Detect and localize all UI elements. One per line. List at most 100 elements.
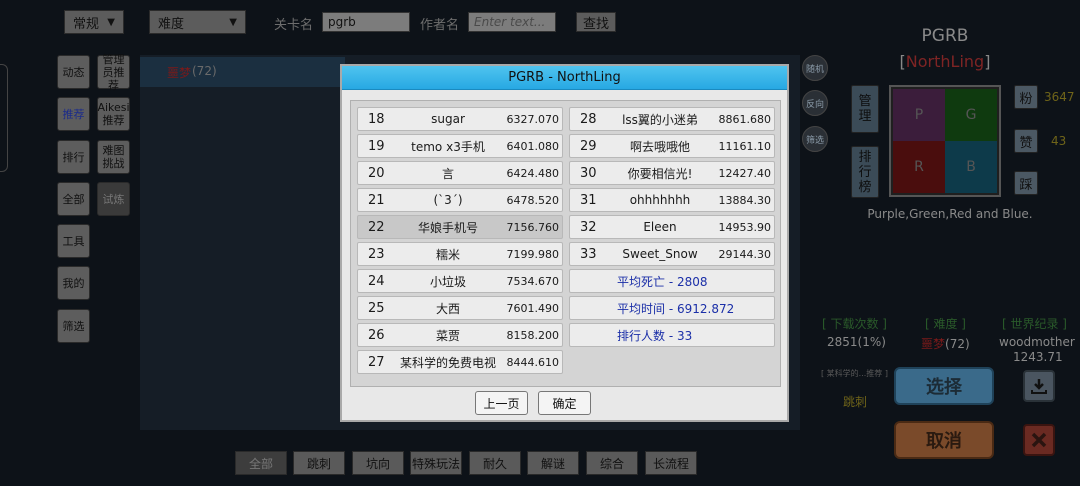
filter-select[interactable]: 常规 ▼: [64, 10, 124, 34]
sidebar-tools[interactable]: 工具: [57, 224, 90, 258]
name-cell: 你要相信光!: [627, 166, 693, 181]
name-cell: lss翼的小迷弟: [622, 112, 698, 127]
fans-count: 3647: [1044, 90, 1075, 104]
rank-cell: 29: [580, 138, 597, 154]
category-long[interactable]: 长流程: [645, 451, 697, 475]
filter-round-button[interactable]: 筛选: [802, 126, 828, 152]
leaderboard-table: 18 sugar 6327.070 19 temo x3手机 6401.080 20 言 642…: [350, 100, 781, 387]
table-row: 22 华娘手机号 7156.760: [357, 215, 563, 239]
close-icon[interactable]: [1023, 424, 1055, 456]
rank-cell: 26: [368, 327, 385, 343]
time-cell: 7199.980: [506, 247, 560, 261]
name-cell: temo x3手机: [411, 139, 485, 154]
sidebar-admin-recommend[interactable]: 管理员推荐: [97, 53, 130, 92]
author-input[interactable]: Enter text...: [468, 12, 556, 32]
category-trap[interactable]: 坑向: [352, 451, 404, 475]
difficulty-select[interactable]: 难度 ▼: [149, 10, 246, 34]
preview-green: G: [945, 89, 997, 141]
table-row: 25 大西 7601.490: [357, 296, 563, 320]
level-name-label: 关卡名: [274, 18, 314, 33]
rank-cell: 18: [368, 111, 385, 127]
level-preview: P G R B: [889, 85, 1001, 197]
cancel-button[interactable]: 取消: [894, 421, 994, 459]
category-endurance[interactable]: 耐久: [469, 451, 521, 475]
level-name-input[interactable]: pgrb: [322, 12, 410, 32]
name-cell: 华娘手机号: [417, 220, 478, 235]
select-button[interactable]: 选择: [894, 367, 994, 405]
rank-cell: 28: [580, 111, 597, 127]
time-cell: 11161.10: [718, 139, 772, 153]
stat-row: 排行人数 - 33: [569, 323, 775, 347]
sidebar-all[interactable]: 全部: [57, 182, 90, 216]
rank-cell: 22: [368, 219, 385, 235]
preview-purple: P: [893, 89, 945, 141]
category-mixed[interactable]: 综合: [586, 451, 638, 475]
name-cell: 某科学的免费电视: [399, 355, 496, 370]
downloads-header: [ 下载次数 ]: [822, 317, 887, 331]
rank-cell: 19: [368, 138, 385, 154]
list-item-difficulty-num: (72): [192, 64, 217, 78]
time-cell: 8861.680: [718, 112, 772, 126]
level-title: PGRB: [921, 26, 969, 46]
leaderboard-dialog: PGRB - NorthLing 18 sugar 6327.070 19 temo x…: [340, 64, 789, 422]
table-row: 18 sugar 6327.070: [357, 107, 563, 131]
likes-count: 43: [1051, 134, 1067, 148]
difficulty-header: [ 难度 ]: [925, 317, 966, 331]
name-cell: (`3´): [433, 193, 463, 207]
category-spike[interactable]: 跳刺: [293, 451, 345, 475]
time-cell: 7601.490: [506, 301, 560, 315]
sidebar-recommend[interactable]: 推荐: [57, 97, 90, 131]
stat-row: 平均死亡 - 2808: [569, 269, 775, 293]
sidebar-aikesi-recommend[interactable]: Aikesi推荐: [97, 97, 130, 131]
random-button[interactable]: 随机: [802, 55, 828, 81]
fans-button[interactable]: 粉: [1014, 85, 1038, 109]
name-cell: 言: [441, 166, 454, 181]
category-all[interactable]: 全部: [235, 451, 287, 475]
level-author: [NorthLing]: [865, 52, 1025, 71]
like-button[interactable]: 赞: [1014, 129, 1038, 153]
list-item-difficulty: 噩梦: [167, 66, 192, 80]
record-header: [ 世界纪录 ]: [1002, 317, 1067, 331]
table-row: 31 ohhhhhhh 13884.30: [569, 188, 775, 212]
side-handle[interactable]: [0, 64, 8, 172]
rank-cell: 20: [368, 165, 385, 181]
category-special[interactable]: 特殊玩法: [410, 451, 462, 475]
table-row: 30 你要相信光! 12427.40: [569, 161, 775, 185]
time-cell: 29144.30: [718, 247, 772, 261]
table-row: 20 言 6424.480: [357, 161, 563, 185]
name-cell: 小垃圾: [429, 274, 466, 289]
table-row: 19 temo x3手机 6401.080: [357, 134, 563, 158]
chevron-down-icon: ▼: [229, 16, 237, 28]
level-description: Purple,Green,Red and Blue.: [867, 207, 1033, 221]
table-row: 33 Sweet_Snow 29144.30: [569, 242, 775, 266]
table-row: 32 Eleen 14953.90: [569, 215, 775, 239]
preview-blue: B: [945, 141, 997, 193]
category-puzzle[interactable]: 解谜: [527, 451, 579, 475]
reverse-button[interactable]: 反向: [802, 90, 828, 116]
name-cell: 糯米: [435, 247, 460, 262]
search-button[interactable]: 查找: [576, 12, 616, 32]
manage-button[interactable]: 管理: [851, 85, 879, 133]
time-cell: 13884.30: [718, 193, 772, 207]
list-item[interactable]: 噩梦 (72): [140, 57, 345, 87]
author-name: NorthLing: [905, 52, 985, 71]
ok-button[interactable]: 确定: [538, 391, 591, 415]
name-cell: 啊去哦哦他: [629, 139, 690, 154]
sidebar-trial[interactable]: 试炼: [97, 182, 130, 216]
sidebar-hard-challenge[interactable]: 难图挑战: [97, 140, 130, 174]
time-cell: 7534.670: [506, 274, 560, 288]
time-cell: 7156.760: [506, 220, 560, 234]
stat-text: 平均时间 - 6912.872: [617, 301, 735, 316]
sidebar-dynamic[interactable]: 动态: [57, 55, 90, 89]
sidebar-ranking[interactable]: 排行: [57, 140, 90, 174]
filter-select-value: 常规: [73, 16, 100, 32]
preview-red: R: [893, 141, 945, 193]
level-tag: 跳刺: [843, 395, 868, 409]
download-icon[interactable]: [1023, 370, 1055, 402]
sidebar-filter[interactable]: 筛选: [57, 309, 90, 343]
rank-cell: 21: [368, 192, 385, 208]
sidebar-mine[interactable]: 我的: [57, 266, 90, 300]
prev-page-button[interactable]: 上一页: [475, 391, 528, 415]
leaderboard-button[interactable]: 排行榜: [851, 146, 879, 198]
dislike-button[interactable]: 踩: [1014, 171, 1038, 195]
